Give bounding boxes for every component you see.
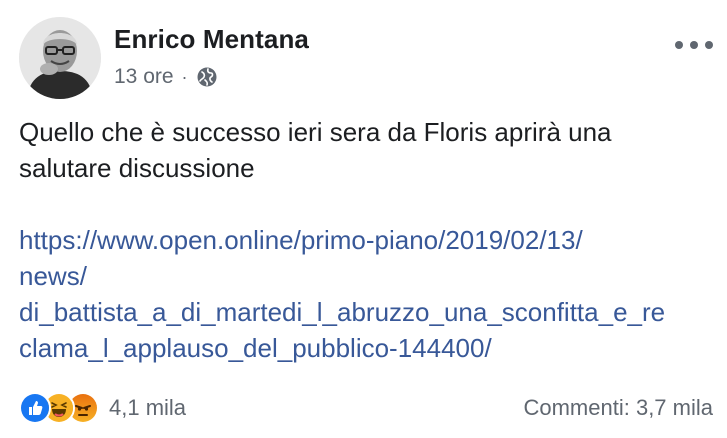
link-line: news/ (19, 261, 87, 291)
more-dot (705, 41, 713, 49)
more-dot (675, 41, 683, 49)
post-text-line: Quello che è successo ieri sera da Flori… (19, 117, 612, 147)
more-dot (690, 41, 698, 49)
like-icon (19, 392, 51, 424)
author-avatar[interactable] (19, 17, 101, 99)
post-footer: 4,1 mila Commenti: 3,7 mila (19, 388, 713, 428)
reaction-count: 4,1 mila (109, 395, 187, 420)
post-text-line: salutare discussione (19, 153, 255, 183)
avatar-photo (19, 17, 101, 99)
post-card: Enrico Mentana 13 ore · Quello che è suc… (0, 0, 727, 438)
shared-link[interactable]: https://www.open.online/primo-piano/2019… (19, 222, 719, 366)
reactions-summary[interactable]: 4,1 mila (19, 392, 186, 424)
post-timestamp[interactable]: 13 ore (114, 65, 174, 89)
link-line: clama_l_applauso_del_pubblico-144400/ (19, 333, 492, 363)
globe-icon[interactable] (196, 66, 218, 88)
link-line: di_battista_a_di_martedi_l_abruzzo_una_s… (19, 297, 666, 327)
meta-separator: · (181, 66, 188, 87)
author-name[interactable]: Enrico Mentana (114, 24, 309, 55)
post-meta: 13 ore · (114, 64, 218, 90)
more-options-icon[interactable] (675, 38, 713, 52)
post-body: Quello che è successo ieri sera da Flori… (19, 114, 709, 186)
link-line: https://www.open.online/primo-piano/2019… (19, 225, 583, 255)
comments-count[interactable]: Commenti: 3,7 mila (523, 395, 713, 421)
